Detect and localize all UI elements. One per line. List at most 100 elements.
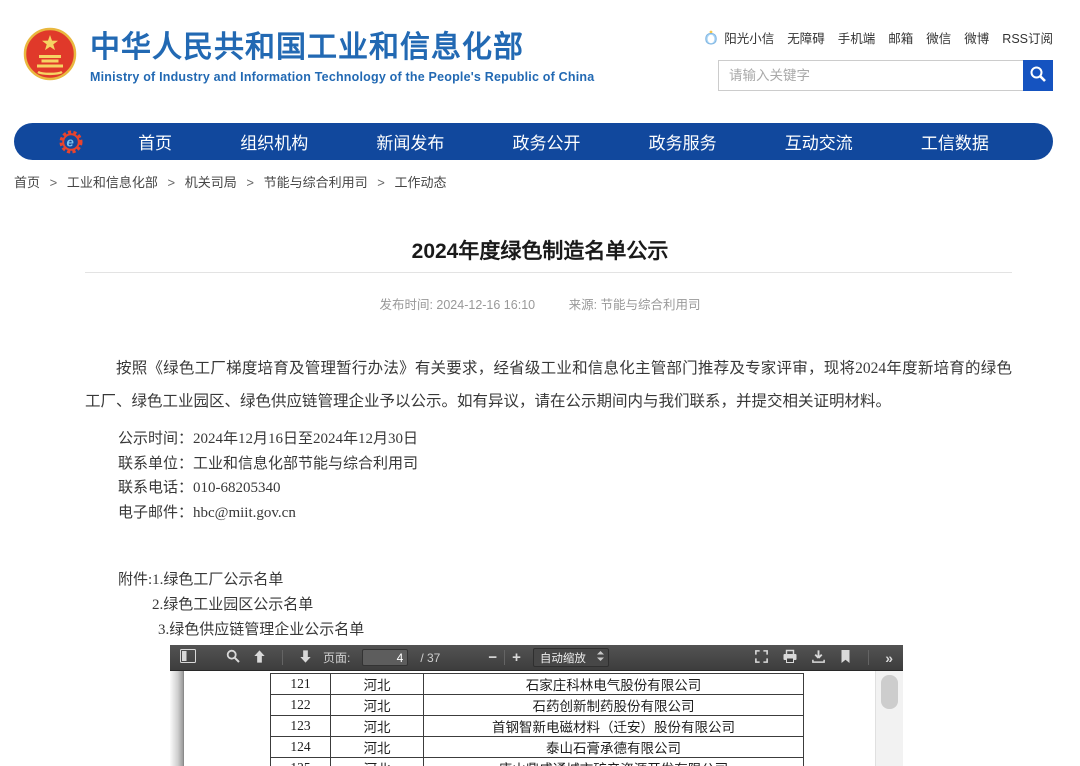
pdf-toolbar-center: − + 自动缩放 (486, 648, 609, 667)
search-button[interactable] (1023, 60, 1053, 91)
pdf-toolbar: 页面: / 37 − + 自动缩放 (170, 645, 903, 671)
title-divider (85, 272, 1012, 273)
pdf-scrollbar-thumb[interactable] (881, 675, 898, 709)
contact-block: 公示时间：2024年12月16日至2024年12月30日 联系单位：工业和信息化… (118, 427, 418, 525)
attachments-block: 附件:1.绿色工厂公示名单 2.绿色工业园区公示名单 3.绿色供应链管理企业公示… (85, 568, 364, 643)
nav-item-miit-data[interactable]: 工信数据 (921, 129, 989, 154)
pdf-search-icon (226, 649, 240, 666)
nav-item-gov-info[interactable]: 政务公开 (512, 129, 580, 154)
article-title: 2024年度绿色制造名单公示 (0, 235, 1080, 265)
pdf-scrollbar[interactable] (875, 671, 903, 766)
page-total: / 37 (420, 651, 440, 665)
table-row: 122 河北 石药创新制药股份有限公司 (271, 695, 804, 716)
toolbar-separator (282, 650, 283, 665)
attachment-link-1[interactable]: 附件:1.绿色工厂公示名单 (118, 568, 364, 593)
nav-item-news[interactable]: 新闻发布 (376, 129, 444, 154)
pdf-page-area: 121 河北 石家庄科林电气股份有限公司 122 河北 石药创新制药股份有限公司… (170, 671, 903, 766)
zoom-out-button[interactable]: − (486, 648, 499, 667)
zoom-in-button[interactable]: + (510, 648, 523, 667)
quick-link-mobile[interactable]: 手机端 (838, 28, 876, 47)
quick-link-sunshine[interactable]: 阳光小信 (724, 28, 774, 47)
cell-province: 河北 (331, 674, 424, 695)
page-down-button[interactable] (296, 647, 315, 669)
quick-link-accessibility[interactable]: 无障碍 (787, 28, 825, 47)
print-button[interactable] (780, 647, 800, 669)
national-emblem-icon (22, 26, 78, 87)
search-bar (718, 60, 1053, 91)
search-input[interactable] (718, 60, 1023, 91)
cell-province: 河北 (331, 737, 424, 758)
main-nav: e 首页 组织机构 新闻发布 政务公开 政务服务 互动交流 工信数据 (14, 123, 1053, 160)
quick-link-mail[interactable]: 邮箱 (888, 28, 913, 47)
cell-province: 河北 (331, 695, 424, 716)
pdf-list-table: 121 河北 石家庄科林电气股份有限公司 122 河北 石药创新制药股份有限公司… (270, 673, 804, 766)
download-icon (811, 649, 826, 667)
brand-text: 中华人民共和国工业和信息化部 Ministry of Industry and … (90, 30, 594, 84)
cell-index: 122 (271, 695, 331, 716)
article-meta: 发布时间: 2024-12-16 16:10 来源: 节能与综合利用司 (0, 294, 1080, 313)
table-row: 121 河北 石家庄科林电气股份有限公司 (271, 674, 804, 695)
breadcrumb-energy-dept[interactable]: 节能与综合利用司 (264, 175, 368, 190)
pdf-left-edge-strip (170, 671, 184, 766)
pdf-viewer: 页面: / 37 − + 自动缩放 (170, 645, 903, 766)
quick-link-weibo[interactable]: 微博 (964, 28, 989, 47)
page-up-arrow-icon (252, 649, 267, 667)
pdf-search-button[interactable] (224, 647, 242, 668)
nav-item-organization[interactable]: 组织机构 (240, 129, 308, 154)
presentation-mode-icon (754, 649, 769, 667)
breadcrumb-current: 工作动态 (394, 175, 446, 190)
breadcrumb-separator: > (50, 175, 58, 190)
source: 来源: 节能与综合利用司 (569, 298, 701, 312)
site-header: 中华人民共和国工业和信息化部 Ministry of Industry and … (0, 0, 1080, 120)
brand: 中华人民共和国工业和信息化部 Ministry of Industry and … (22, 26, 594, 87)
attachment-link-3[interactable]: 3.绿色供应链管理企业公示名单 (158, 618, 364, 643)
page-up-button[interactable] (250, 647, 269, 669)
printer-icon (782, 649, 798, 667)
breadcrumb-separator: > (246, 175, 254, 190)
quick-links: 阳光小信 无障碍 手机端 邮箱 微信 微博 RSS订阅 (718, 28, 1053, 47)
select-spinner-icon (596, 649, 605, 667)
attachment-link-2[interactable]: 2.绿色工业园区公示名单 (152, 593, 364, 618)
breadcrumb-separator: > (377, 175, 385, 190)
magnifier-icon (1029, 65, 1047, 86)
nav-item-home[interactable]: 首页 (138, 129, 172, 154)
breadcrumb-separator: > (168, 175, 176, 190)
cell-company: 石药创新制药股份有限公司 (424, 695, 804, 716)
cell-company: 首钢智新电磁材料（迁安）股份有限公司 (424, 716, 804, 737)
download-button[interactable] (809, 647, 828, 669)
bookmark-button[interactable] (837, 647, 854, 669)
site-subtitle-en: Ministry of Industry and Information Tec… (90, 70, 594, 84)
cell-company: 泰山石膏承德有限公司 (424, 737, 804, 758)
svg-text:e: e (67, 134, 74, 149)
breadcrumb-departments[interactable]: 机关司局 (185, 175, 237, 190)
site-title: 中华人民共和国工业和信息化部 (90, 30, 594, 66)
breadcrumb-miit[interactable]: 工业和信息化部 (67, 175, 158, 190)
cell-province: 河北 (331, 758, 424, 766)
table-row: 124 河北 泰山石膏承德有限公司 (271, 737, 804, 758)
cell-index: 121 (271, 674, 331, 695)
breadcrumb-home[interactable]: 首页 (14, 175, 40, 190)
contact-unit: 联系单位：工业和信息化部节能与综合利用司 (118, 452, 418, 477)
presentation-mode-button[interactable] (752, 647, 771, 669)
table-row: 123 河北 首钢智新电磁材料（迁安）股份有限公司 (271, 716, 804, 737)
page-root: 中华人民共和国工业和信息化部 Ministry of Industry and … (0, 0, 1080, 766)
contact-email: 电子邮件：hbc@miit.gov.cn (118, 501, 418, 526)
nav-item-interaction[interactable]: 互动交流 (785, 129, 853, 154)
more-tools-button[interactable]: » (883, 648, 895, 668)
nav-item-gov-service[interactable]: 政务服务 (649, 129, 717, 154)
cell-company: 石家庄科林电气股份有限公司 (424, 674, 804, 695)
bookmark-icon (839, 649, 852, 667)
quick-link-wechat[interactable]: 微信 (926, 28, 951, 47)
toolbar-separator (504, 650, 505, 665)
cell-index: 125 (271, 758, 331, 766)
sidebar-toggle-icon (180, 649, 196, 666)
pdf-toolbar-left: 页面: / 37 (178, 647, 440, 669)
pdf-toolbar-right: » (752, 647, 895, 669)
quick-link-rss[interactable]: RSS订阅 (1002, 28, 1053, 47)
sidebar-toggle-button[interactable] (178, 647, 198, 668)
page-number-input[interactable] (362, 649, 408, 666)
table-row: 125 河北 唐山鼎成通城市矿产资源开发有限公司 (271, 758, 804, 766)
zoom-mode-value: 自动缩放 (540, 650, 586, 666)
nav-list: 首页 组织机构 新闻发布 政务公开 政务服务 互动交流 工信数据 (84, 129, 1053, 154)
zoom-mode-select[interactable]: 自动缩放 (533, 648, 609, 667)
